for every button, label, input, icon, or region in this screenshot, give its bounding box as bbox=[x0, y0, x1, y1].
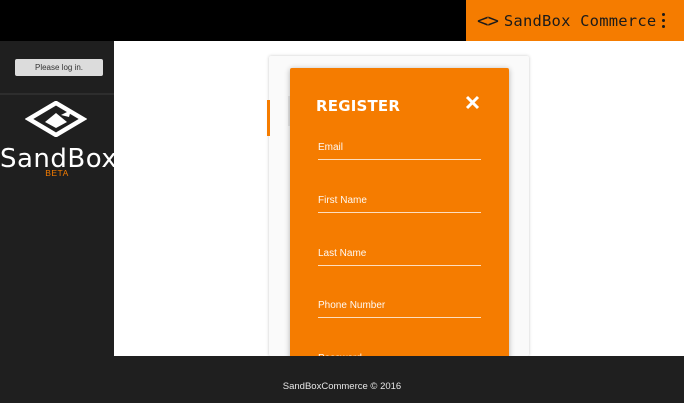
top-bar: <> SandBox Commerce bbox=[0, 0, 684, 41]
close-icon[interactable] bbox=[464, 94, 481, 111]
last-name-input[interactable] bbox=[318, 241, 481, 265]
password-input[interactable] bbox=[318, 346, 481, 356]
main-content: REGISTER bbox=[114, 41, 684, 356]
sidebar: Please log in. SandBox BETA bbox=[0, 41, 117, 356]
active-tab-indicator[interactable] bbox=[267, 100, 270, 136]
brand-header[interactable]: <> SandBox Commerce bbox=[466, 0, 684, 41]
register-title: REGISTER bbox=[316, 97, 401, 115]
more-vert-icon[interactable] bbox=[662, 13, 666, 28]
first-name-field[interactable] bbox=[318, 188, 481, 213]
register-card: REGISTER bbox=[290, 68, 509, 356]
phone-field[interactable] bbox=[318, 293, 481, 318]
brand-title: SandBox Commerce bbox=[503, 11, 657, 30]
first-name-input[interactable] bbox=[318, 188, 481, 212]
footer: SandBoxCommerce © 2016 bbox=[0, 356, 684, 403]
email-field[interactable] bbox=[318, 135, 481, 160]
last-name-field[interactable] bbox=[318, 241, 481, 266]
code-brackets-icon: <> bbox=[477, 9, 499, 32]
phone-input[interactable] bbox=[318, 293, 481, 317]
beta-badge: BETA bbox=[45, 168, 69, 178]
password-field[interactable] bbox=[318, 346, 481, 356]
email-input[interactable] bbox=[318, 135, 481, 159]
sidebar-divider bbox=[0, 93, 114, 95]
copyright-text: SandBoxCommerce © 2016 bbox=[282, 381, 402, 392]
login-button[interactable]: Please log in. bbox=[15, 59, 103, 76]
sandbox-logo-icon bbox=[24, 100, 88, 142]
